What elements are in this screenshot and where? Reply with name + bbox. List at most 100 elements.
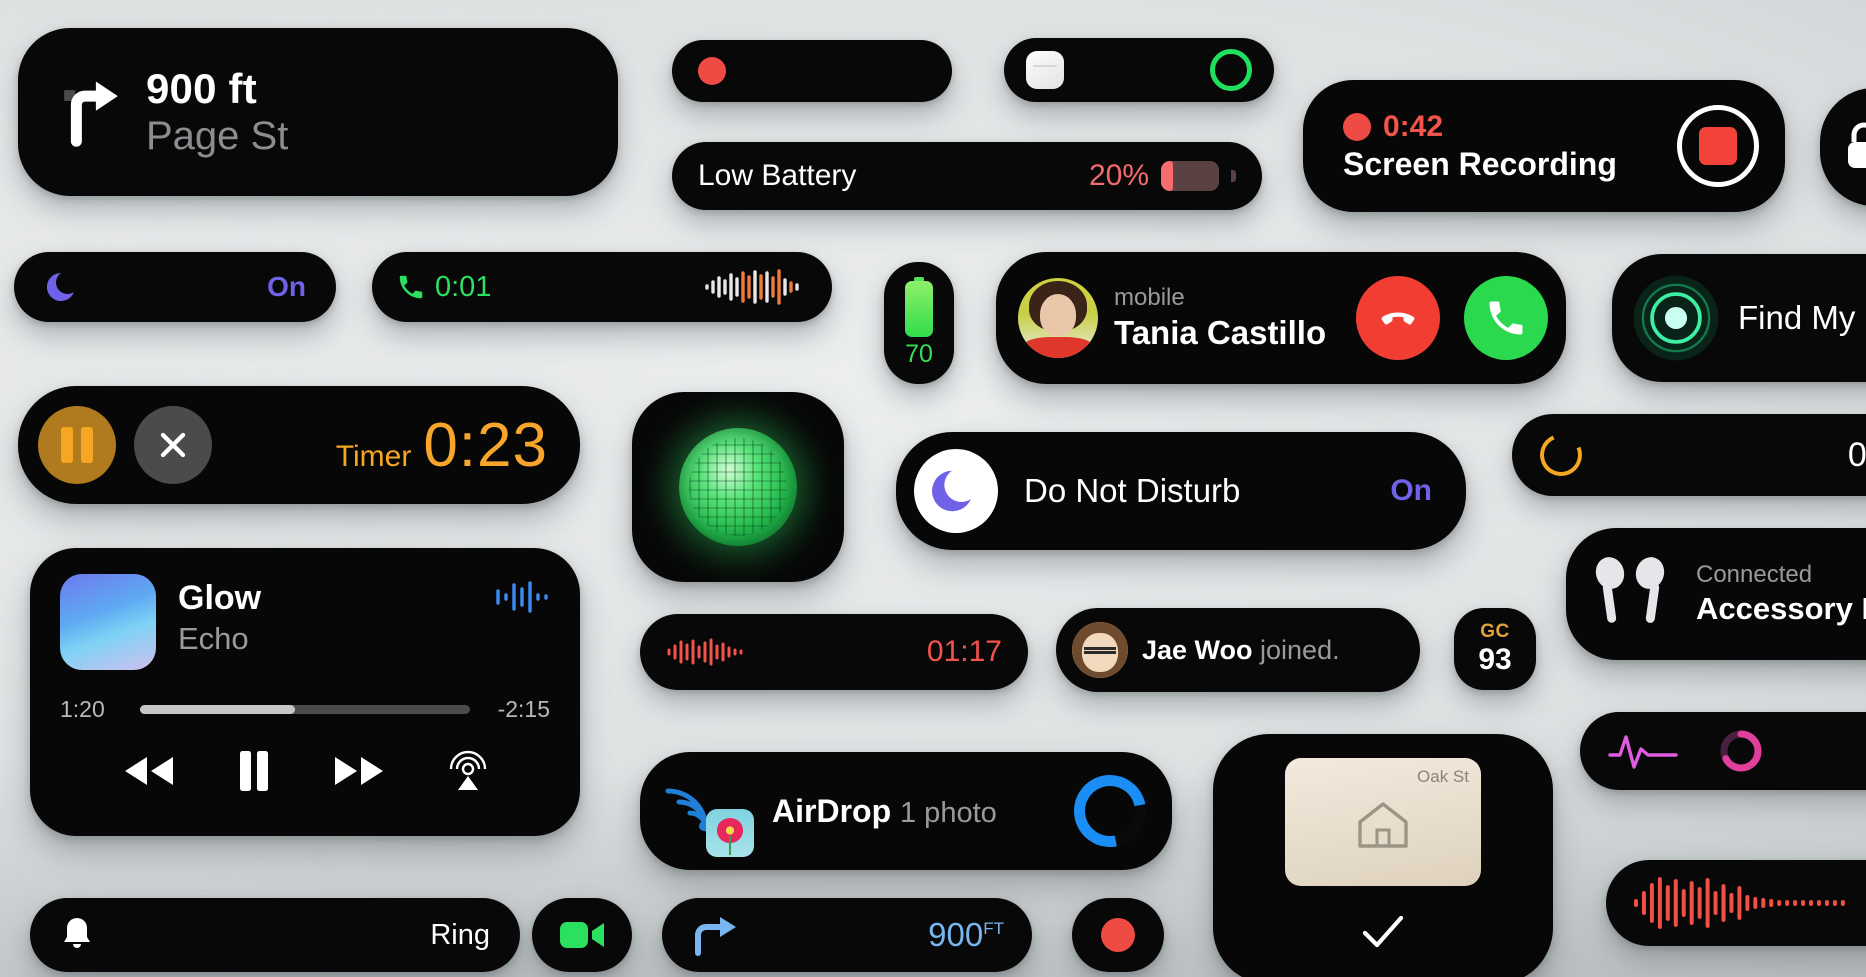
photo-thumbnail xyxy=(706,809,754,857)
fast-forward-icon[interactable] xyxy=(330,753,388,789)
call-duration: 0:01 xyxy=(435,270,492,303)
game-center-label: GC xyxy=(1480,621,1510,642)
turn-right-arrow-icon xyxy=(64,81,118,147)
battery-vertical-icon xyxy=(905,277,933,337)
focus-mode-pill[interactable]: On xyxy=(14,252,336,322)
transfer-progress-ring xyxy=(1060,761,1160,861)
charging-ring-icon xyxy=(1210,49,1252,91)
airpods-case-pill[interactable] xyxy=(1004,38,1274,102)
recording-waveform-icon xyxy=(667,638,743,666)
battery-low-icon xyxy=(1161,161,1219,191)
phone-icon xyxy=(1489,301,1523,335)
caller-name: Tania Castillo xyxy=(1114,313,1327,351)
video-camera-icon xyxy=(560,922,604,948)
low-battery-pill[interactable]: Low Battery 20% xyxy=(672,142,1262,210)
track-title: Glow xyxy=(178,579,262,617)
voice-memo-pill[interactable]: 01:17 xyxy=(640,614,1028,690)
progress-slider[interactable] xyxy=(140,705,470,714)
rewind-icon[interactable] xyxy=(120,753,178,789)
memoji-avatar xyxy=(1072,622,1128,678)
navigation-mini-pill[interactable]: 900FT xyxy=(662,898,1032,972)
battery-percent: 20% xyxy=(1088,159,1149,192)
bell-icon xyxy=(64,918,90,948)
accessory-status: Connected xyxy=(1696,560,1813,588)
ringer-label: Ring xyxy=(430,918,490,951)
do-not-disturb-label: Do Not Disturb xyxy=(1024,472,1241,509)
airplay-audio-icon[interactable] xyxy=(446,749,490,793)
timer-value: 0:23 xyxy=(423,410,548,480)
airdrop-label: AirDrop xyxy=(772,792,892,829)
accessory-name: Accessory Name xyxy=(1696,590,1866,626)
ringer-pill[interactable]: Ring xyxy=(30,898,520,972)
phone-down-icon xyxy=(1381,312,1415,325)
checkmark-icon xyxy=(1362,915,1404,948)
battery-cap xyxy=(1231,170,1236,182)
record-dot-icon xyxy=(698,57,726,85)
home-icon xyxy=(1358,801,1408,848)
game-center-score: 93 xyxy=(1478,643,1512,676)
audio-waveform-pill[interactable] xyxy=(1606,860,1866,946)
airdrop-detail: 1 photo xyxy=(900,796,997,829)
game-center-pill[interactable]: GC 93 xyxy=(1454,608,1536,690)
accessory-connected-card[interactable]: Connected Accessory Name xyxy=(1566,528,1866,660)
joined-text: Jae Woo joined. xyxy=(1142,635,1340,666)
airdrop-card[interactable]: AirDrop 1 photo xyxy=(640,752,1172,870)
screen-recording-card[interactable]: 0:42 Screen Recording xyxy=(1303,80,1785,212)
find-my-ping-icon xyxy=(1633,275,1719,361)
audio-waveform-icon xyxy=(1633,877,1845,929)
airpods-case-icon xyxy=(1026,51,1064,89)
stop-recording-button[interactable] xyxy=(1677,105,1759,187)
now-playing-bars-icon xyxy=(496,581,548,613)
siri-card[interactable] xyxy=(632,392,844,582)
decline-call-button[interactable] xyxy=(1356,276,1440,360)
airpods-pro-icon xyxy=(1595,557,1665,623)
mini-timer-pill[interactable]: 0:09 xyxy=(1512,414,1866,496)
pause-icon[interactable] xyxy=(236,749,272,793)
track-artist: Echo xyxy=(178,621,249,657)
battery-level-pill[interactable]: 70 xyxy=(884,262,954,384)
timer-pause-button[interactable] xyxy=(38,406,116,484)
find-my-iphone-pill[interactable]: Find My iPhone xyxy=(1612,254,1866,382)
turn-right-arrow-icon xyxy=(695,917,736,956)
nav-distance: 900 ft xyxy=(146,65,257,113)
timer-card[interactable]: Timer 0:23 xyxy=(18,386,580,504)
shareplay-joined-pill[interactable]: Jae Woo joined. xyxy=(1056,608,1420,692)
avatar xyxy=(1018,278,1098,358)
screen-recording-time: 0:42 xyxy=(1383,109,1444,143)
nav-mini-unit: FT xyxy=(983,919,1004,938)
joined-action: joined. xyxy=(1252,634,1340,665)
nav-mini-number: 900 xyxy=(928,916,984,953)
joined-name: Jae Woo xyxy=(1142,634,1253,665)
record-dot-icon xyxy=(1343,112,1371,141)
incoming-call-card[interactable]: mobile Tania Castillo xyxy=(996,252,1566,384)
lock-icon xyxy=(1848,122,1866,168)
activity-ring-icon xyxy=(1720,730,1762,772)
accept-call-button[interactable] xyxy=(1464,276,1548,360)
recording-indicator-pill[interactable] xyxy=(672,40,952,102)
moon-icon xyxy=(914,449,998,533)
timer-cancel-button[interactable] xyxy=(134,406,212,484)
battery-level-value: 70 xyxy=(905,340,933,368)
siri-orb-icon xyxy=(679,428,797,546)
vitals-pill[interactable] xyxy=(1580,712,1866,790)
home-key-card[interactable]: Oak St xyxy=(1213,734,1553,977)
facetime-pill[interactable] xyxy=(532,898,632,972)
remaining-time: -2:15 xyxy=(497,696,550,722)
heart-rate-icon xyxy=(1608,735,1678,769)
navigation-banner[interactable]: 900 ft Page St xyxy=(18,28,618,196)
bottom-recording-pill[interactable] xyxy=(1072,898,1164,972)
caller-kind: mobile xyxy=(1114,283,1185,311)
timer-label: Timer xyxy=(335,439,412,473)
active-call-pill[interactable]: 0:01 xyxy=(372,252,832,322)
find-my-label: Find My iPhone xyxy=(1738,299,1866,336)
home-key-street: Oak St xyxy=(1417,767,1469,786)
elapsed-time: 1:20 xyxy=(60,696,105,722)
audio-waveform-icon xyxy=(705,269,799,305)
now-playing-card[interactable]: Glow Echo 1:20 -2:15 xyxy=(30,548,580,836)
moon-icon xyxy=(46,272,74,301)
phone-icon xyxy=(399,275,423,299)
do-not-disturb-card[interactable]: Do Not Disturb On xyxy=(896,432,1466,550)
timer-ring-icon xyxy=(1533,427,1589,483)
screen-recording-title: Screen Recording xyxy=(1343,145,1617,182)
voice-memo-duration: 01:17 xyxy=(926,635,1002,668)
